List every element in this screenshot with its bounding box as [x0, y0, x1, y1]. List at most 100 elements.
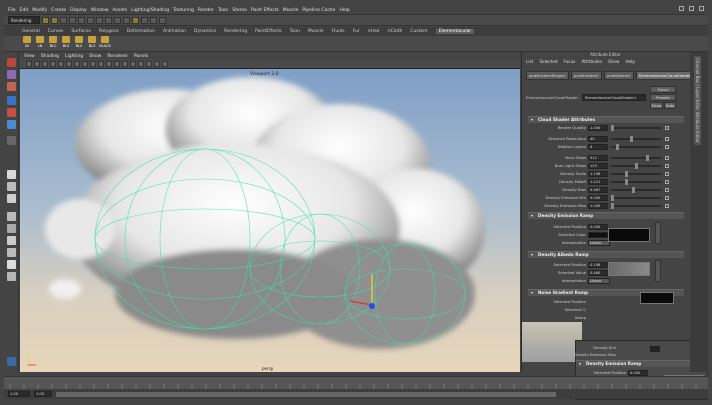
- ae-menu-list[interactable]: List: [526, 59, 533, 66]
- shelf-tab-deformation[interactable]: Deformation: [127, 29, 155, 34]
- viewport-menu-lighting[interactable]: Lighting: [65, 54, 83, 59]
- slider-handle[interactable]: [615, 143, 619, 150]
- hud-icon[interactable]: [162, 61, 168, 67]
- resolution-gate-icon[interactable]: [74, 61, 80, 67]
- slider-handle[interactable]: [625, 178, 629, 185]
- viewport-menu-panels[interactable]: Panels: [134, 54, 148, 59]
- map-button-icon[interactable]: [665, 187, 669, 192]
- viewport-menu-show[interactable]: Show: [89, 54, 101, 59]
- last-tool-icon[interactable]: [7, 136, 16, 145]
- select-tool-icon[interactable]: [7, 58, 16, 67]
- float-position-field[interactable]: 0.000: [628, 369, 648, 376]
- snap-grid-icon[interactable]: [96, 16, 103, 24]
- scale-tool-icon[interactable]: [7, 120, 16, 129]
- focus-button[interactable]: Focus: [650, 86, 676, 93]
- shelf-tab-toon[interactable]: Toon: [290, 29, 300, 34]
- viewport-menu-renderer[interactable]: Renderer: [107, 54, 128, 59]
- map-button-icon[interactable]: [665, 155, 669, 160]
- cloud-attr-field[interactable]: 0.467: [588, 186, 608, 193]
- script-editor-icon[interactable]: [7, 357, 16, 366]
- albedo-ramp-swatch[interactable]: [608, 262, 650, 276]
- shelf-tab-animation[interactable]: Animation: [163, 29, 186, 34]
- shadows-icon[interactable]: [138, 61, 144, 67]
- cloud-attr-slider[interactable]: [611, 202, 661, 209]
- menu-paint-effects[interactable]: Paint Effects: [251, 8, 279, 13]
- shelf-tab-painteffects[interactable]: PaintEffects: [255, 29, 281, 34]
- layout-a-icon[interactable]: [7, 212, 16, 221]
- section-albedo-ramp[interactable]: Density Albedo Ramp: [528, 251, 684, 258]
- smooth-shade-icon[interactable]: [114, 61, 120, 67]
- cloud-attr-slider[interactable]: [611, 186, 661, 193]
- shelf-tab-general[interactable]: General: [22, 29, 40, 34]
- slider-handle[interactable]: [632, 186, 636, 193]
- lights-icon[interactable]: [130, 61, 136, 67]
- cloud-attr-field[interactable]: 1.000: [588, 124, 608, 131]
- menu-display[interactable]: Display: [70, 8, 87, 13]
- viewport-canvas[interactable]: [20, 69, 520, 372]
- layout-c-icon[interactable]: [7, 236, 16, 245]
- ae-menu-selected[interactable]: Selected: [539, 59, 557, 66]
- range-bar[interactable]: [56, 391, 556, 397]
- grid-icon[interactable]: [58, 61, 64, 67]
- ae-menu-help[interactable]: Help: [625, 59, 635, 66]
- safe-action-icon[interactable]: [98, 61, 104, 67]
- layout-d-icon[interactable]: [7, 248, 16, 257]
- film-gate-icon[interactable]: [66, 61, 72, 67]
- node-tab-0[interactable]: poleSurfaceShape1: [526, 71, 569, 80]
- ipr-render-icon[interactable]: [150, 16, 157, 24]
- xray-icon[interactable]: [146, 61, 152, 67]
- hide-button[interactable]: Hide: [664, 102, 676, 109]
- cloud-attr-slider[interactable]: [611, 135, 661, 142]
- graph-editor-icon[interactable]: [7, 272, 16, 281]
- albedo-position-field[interactable]: 0.198: [588, 261, 608, 268]
- emission-color-swatch[interactable]: [588, 231, 608, 238]
- snap-curve-icon[interactable]: [105, 16, 112, 24]
- map-button-icon[interactable]: [665, 136, 669, 141]
- noise-ramp-swatch[interactable]: [640, 292, 674, 304]
- shelf-tab-custom[interactable]: Custom: [410, 29, 427, 34]
- close-icon[interactable]: [699, 6, 704, 11]
- select-component-icon[interactable]: [87, 16, 94, 24]
- map-button-icon[interactable]: [665, 195, 669, 200]
- cloud-attr-field[interactable]: 1.000: [588, 202, 608, 209]
- shelf-tab-rendering[interactable]: Rendering: [224, 29, 247, 34]
- slider-handle[interactable]: [629, 135, 633, 142]
- cloud-attr-field[interactable]: 1.198: [588, 170, 608, 177]
- menu-file[interactable]: File: [8, 8, 16, 13]
- snap-point-icon[interactable]: [114, 16, 121, 24]
- shelf-tab-surfaces[interactable]: Surfaces: [71, 29, 91, 34]
- range-end-field[interactable]: 1.00: [34, 391, 52, 397]
- slider-handle[interactable]: [611, 194, 614, 201]
- cloud-attr-field[interactable]: 125: [588, 162, 608, 169]
- slider-handle[interactable]: [625, 170, 629, 177]
- bookmark-icon[interactable]: [42, 61, 48, 67]
- layout-b-icon[interactable]: [7, 224, 16, 233]
- cloud-attr-slider[interactable]: [611, 124, 661, 131]
- node-name-field[interactable]: ElementacularCloudShader1: [582, 93, 646, 101]
- shelf-button-5[interactable]: BL3: [87, 36, 97, 50]
- menu-edit[interactable]: Edit: [20, 8, 29, 13]
- side-by-side-icon[interactable]: [7, 194, 16, 203]
- presets-button[interactable]: Presets: [650, 94, 676, 101]
- node-tab-3[interactable]: ElementacularCloudShader1: [635, 71, 697, 80]
- menu-help[interactable]: Help: [339, 8, 349, 13]
- viewport-menu-shading[interactable]: Shading: [41, 54, 59, 59]
- menu-pipeline-cache[interactable]: Pipeline Cache: [302, 8, 335, 13]
- select-object-icon[interactable]: [78, 16, 85, 24]
- paint-select-icon[interactable]: [7, 82, 16, 91]
- select-hierarchy-icon[interactable]: [69, 16, 76, 24]
- float-swatch[interactable]: [650, 346, 660, 352]
- menu-window[interactable]: Window: [91, 8, 109, 13]
- menu-stereo[interactable]: Stereo: [232, 8, 247, 13]
- lasso-tool-icon[interactable]: [7, 70, 16, 79]
- cloud-attr-slider[interactable]: [611, 162, 661, 169]
- four-pane-icon[interactable]: [7, 182, 16, 191]
- render-icon[interactable]: [141, 16, 148, 24]
- menu-assets[interactable]: Assets: [112, 8, 127, 13]
- render-settings-icon[interactable]: [159, 16, 166, 24]
- map-button-icon[interactable]: [665, 125, 669, 130]
- shelf-tab-elementacular[interactable]: Elementacular: [435, 29, 475, 34]
- menu-muscle[interactable]: Muscle: [283, 8, 299, 13]
- shelf-button-2[interactable]: BLC: [48, 36, 58, 50]
- maximize-icon[interactable]: [689, 6, 694, 11]
